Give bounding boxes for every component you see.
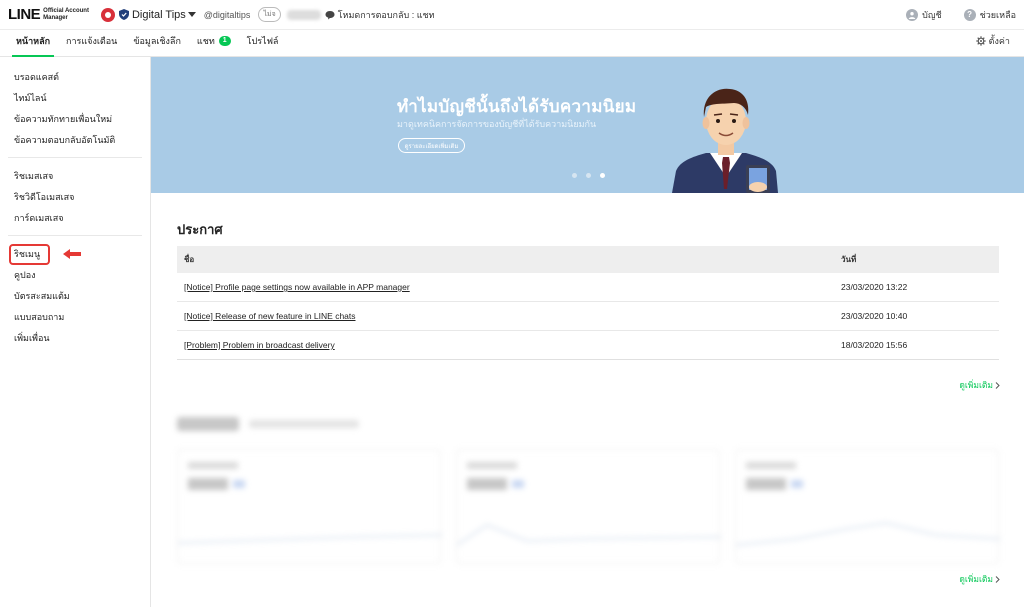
insight-card	[456, 449, 721, 564]
sidebar-item-rich-menu[interactable]: ริชเมนู	[8, 244, 142, 265]
sidebar-item-greeting-message[interactable]: ข้อความทักทายเพื่อนใหม่	[8, 109, 142, 130]
insights-see-more-link[interactable]: ดูเพิ่มเติม	[959, 572, 1000, 586]
sidebar: บรอดแคสต์ ไทม์ไลน์ ข้อความทักทายเพื่อนให…	[0, 57, 151, 607]
chevron-right-icon	[995, 575, 1000, 583]
banner-subtitle: มาดูเทคนิคการจัดการของบัญชีที่ได้รับความ…	[397, 119, 597, 129]
carousel-dot-active[interactable]	[600, 173, 605, 178]
help-link[interactable]: ช่วยเหลือ	[980, 8, 1016, 22]
chat-bubble-icon	[325, 10, 335, 19]
tab-chat[interactable]: แชท 1	[189, 34, 239, 56]
sidebar-item-add-friends[interactable]: เพิ่มเพื่อน	[8, 328, 142, 349]
logo-sub-text: Official Account Manager	[43, 7, 89, 21]
sidebar-item-auto-reply[interactable]: ข้อความตอบกลับอัตโนมัติ	[8, 130, 142, 151]
account-avatar[interactable]	[100, 7, 115, 22]
tab-home[interactable]: หน้าหลัก	[8, 34, 58, 57]
blurred-subheading	[249, 420, 359, 428]
promo-banner[interactable]: ทำไมบัญชีนั้นถึงได้รับความนิยม มาดูเทคนิ…	[151, 57, 1024, 193]
main-nav: หน้าหลัก การแจ้งเตือน ข้อมูลเชิงลึก แชท 1…	[0, 30, 1024, 57]
top-right-actions: บัญชี ? ช่วยเหลือ	[906, 8, 1016, 22]
gear-icon	[975, 36, 986, 46]
tab-insights[interactable]: ข้อมูลเชิงลึก	[125, 34, 189, 56]
carousel-dot[interactable]	[572, 173, 577, 178]
highlight-box	[9, 244, 50, 265]
sidebar-item-timeline[interactable]: ไทม์ไลน์	[8, 88, 142, 109]
carousel-dots	[572, 173, 605, 178]
chevron-right-icon	[995, 381, 1000, 389]
blurred-insights-section	[177, 409, 1000, 569]
account-id: @digitaltips	[203, 9, 251, 20]
tab-notifications[interactable]: การแจ้งเตือน	[58, 34, 125, 56]
announcement-link[interactable]: [Notice] Release of new feature in LINE …	[184, 311, 356, 321]
table-row[interactable]: [Notice] Profile page settings now avail…	[177, 273, 999, 302]
carousel-dot[interactable]	[586, 173, 591, 178]
chevron-down-icon[interactable]	[187, 12, 196, 17]
sidebar-item-coupon[interactable]: คูปอง	[8, 265, 142, 286]
sidebar-item-survey[interactable]: แบบสอบถาม	[8, 307, 142, 328]
sidebar-item-card-message[interactable]: การ์ดเมสเสจ	[8, 208, 142, 229]
sidebar-group-tools: ริชเมนู คูปอง บัตรสะสมแต้ม แบบสอบถาม เพิ…	[8, 244, 142, 355]
announcements-see-more-link[interactable]: ดูเพิ่มเติม	[959, 378, 1000, 392]
red-arrow-icon	[63, 249, 81, 259]
settings-label: ตั้งค่า	[988, 36, 1010, 46]
line-oa-logo[interactable]: LINE Official Account Manager	[8, 6, 89, 23]
blurred-info	[286, 9, 321, 20]
top-bar: LINE Official Account Manager Digital Ti…	[0, 0, 1024, 30]
column-header-date: วันที่	[841, 255, 857, 264]
announcement-date: 23/03/2020 10:40	[841, 311, 908, 321]
announcements-title: ประกาศ	[177, 222, 223, 237]
announcements-table: ชื่อ วันที่ [Notice] Profile page settin…	[177, 246, 999, 360]
banner-details-button[interactable]: ดูรายละเอียดเพิ่มเติม	[398, 138, 465, 153]
account-link[interactable]: บัญชี	[922, 8, 942, 22]
sidebar-item-rich-video-message[interactable]: ริชวิดีโอเมสเสจ	[8, 187, 142, 208]
column-header-name: ชื่อ	[184, 255, 195, 264]
logo-main-text: LINE	[8, 6, 41, 23]
sidebar-item-rich-message[interactable]: ริชเมสเสจ	[8, 166, 142, 187]
announcement-link[interactable]: [Problem] Problem in broadcast delivery	[184, 340, 335, 350]
sidebar-group-rich: ริชเมสเสจ ริชวิดีโอเมสเสจ การ์ดเมสเสจ	[8, 166, 142, 236]
verified-shield-icon	[118, 9, 129, 20]
table-header: ชื่อ วันที่	[177, 246, 999, 273]
announcement-link[interactable]: [Notice] Profile page settings now avail…	[184, 282, 410, 292]
blurred-heading	[177, 417, 239, 431]
table-row[interactable]: [Problem] Problem in broadcast delivery …	[177, 331, 999, 360]
plan-badge: ไม่จ	[258, 7, 281, 22]
insight-card	[735, 449, 1000, 564]
account-name[interactable]: Digital Tips	[132, 9, 186, 21]
main-content: ทำไมบัญชีนั้นถึงได้รับความนิยม มาดูเทคนิ…	[151, 57, 1024, 607]
businessman-illustration	[672, 88, 778, 193]
announcement-date: 23/03/2020 13:22	[841, 282, 908, 292]
settings-button[interactable]: ตั้งค่า	[975, 34, 1010, 48]
sidebar-item-broadcast[interactable]: บรอดแคสต์	[8, 67, 142, 88]
banner-title: ทำไมบัญชีนั้นถึงได้รับความนิยม	[397, 97, 637, 116]
account-user-icon[interactable]	[906, 8, 919, 21]
chat-count-badge: 1	[218, 36, 231, 46]
help-question-icon[interactable]: ?	[963, 8, 976, 21]
response-mode-text[interactable]: โหมดการตอบกลับ : แชท	[338, 8, 435, 22]
insight-card	[177, 449, 442, 564]
sidebar-group-messages: บรอดแคสต์ ไทม์ไลน์ ข้อความทักทายเพื่อนให…	[8, 67, 142, 158]
table-row[interactable]: [Notice] Release of new feature in LINE …	[177, 302, 999, 331]
sidebar-item-reward-card[interactable]: บัตรสะสมแต้ม	[8, 286, 142, 307]
announcement-date: 18/03/2020 15:56	[841, 340, 908, 350]
tab-profile[interactable]: โปรไฟล์	[239, 34, 287, 56]
